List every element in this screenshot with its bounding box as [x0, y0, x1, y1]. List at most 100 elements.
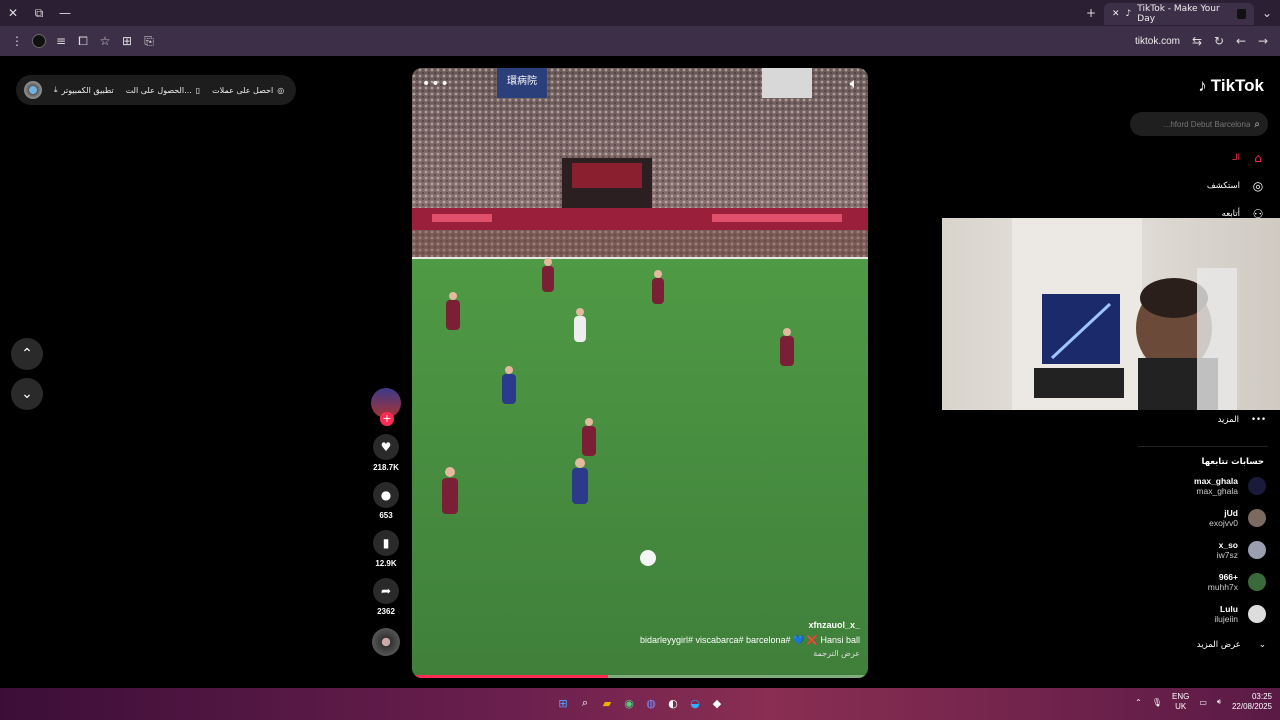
- follow-plus-icon[interactable]: +: [380, 412, 394, 426]
- home-icon: ⌂: [1254, 151, 1262, 165]
- extensions-icon[interactable]: ⧠: [72, 30, 94, 52]
- site-settings-icon[interactable]: ⇆: [1186, 30, 1208, 52]
- back-icon[interactable]: ←: [1230, 30, 1252, 52]
- reading-list-icon[interactable]: ≡: [50, 30, 72, 52]
- sidebar-item-label: المزيد: [1217, 415, 1239, 425]
- like-count: 218.7K: [373, 463, 399, 472]
- sidebar-item-label: عرض المزيد: [1196, 640, 1241, 650]
- get-coins-link[interactable]: احصل على عملات ◎: [212, 86, 284, 95]
- next-video-button[interactable]: ⌄: [11, 378, 43, 410]
- chevron-up-icon: ⌃: [21, 346, 33, 362]
- speaker-icon[interactable]: 🔉︎: [1217, 697, 1222, 707]
- search-input[interactable]: [1138, 119, 1251, 129]
- file-explorer-icon[interactable]: ▰: [600, 696, 614, 710]
- new-tab-icon[interactable]: +: [1078, 0, 1104, 26]
- share-arrow-icon: ➦: [380, 584, 392, 598]
- tab-list-icon[interactable]: ⌄: [1254, 0, 1280, 26]
- star-icon[interactable]: ☆: [94, 30, 116, 52]
- tiktok-note-icon: ♪: [1198, 76, 1207, 95]
- windows-start-icon[interactable]: ⊞: [556, 696, 570, 710]
- tiktok-page: ⤓ تطبيق الكمبيوتر الحصول على الت... ▯ احصل…: [0, 58, 1280, 688]
- more-dots-icon: •••: [1250, 415, 1266, 425]
- forward-icon[interactable]: →: [1252, 30, 1274, 52]
- see-more-button[interactable]: عرض المزيد ⌄: [1197, 640, 1266, 650]
- stands-sign: 環病院: [507, 74, 537, 87]
- promo-bar: ⤓ تطبيق الكمبيوتر الحصول على الت... ▯ احصل…: [16, 75, 296, 105]
- video-progress-fill: [412, 675, 609, 678]
- search-icon[interactable]: ⌕: [1254, 119, 1260, 130]
- author-avatar[interactable]: +: [371, 388, 401, 426]
- system-tray: ⌃ 🎙︎ ENG UK ▭ 🔉︎ 03:25 22/08/2025: [1135, 692, 1272, 712]
- avatar: [1248, 605, 1266, 623]
- app-icon[interactable]: ◆: [710, 696, 724, 710]
- microphone-icon[interactable]: 🎙︎: [1152, 698, 1162, 707]
- video-more-icon[interactable]: •••: [422, 76, 450, 92]
- get-app-link[interactable]: الحصول على الت... ▯: [126, 86, 200, 95]
- comment-count: 653: [379, 511, 393, 520]
- heart-icon: ♥: [380, 440, 392, 454]
- share-button[interactable]: ➦: [373, 578, 399, 604]
- video-progress-bar[interactable]: [412, 675, 868, 678]
- save-count: 12.9K: [375, 559, 397, 568]
- avatar: [1248, 541, 1266, 559]
- sidebar-item-label: الـ: [1232, 153, 1240, 163]
- network-icon[interactable]: ▭: [1199, 698, 1207, 707]
- promo-logo-icon[interactable]: [24, 81, 42, 99]
- account-item[interactable]: max_ghala max_ghala: [1194, 476, 1266, 496]
- following-accounts-title: حسابات تتابعها: [1201, 457, 1265, 467]
- language-indicator[interactable]: ENG UK: [1172, 692, 1189, 712]
- screen: ✕ ⧉ — + ✕ ♪ TikTok - Make Your Day ⌄ ⋮ ≡…: [0, 0, 1280, 720]
- discord-icon[interactable]: ◍: [644, 696, 658, 710]
- taskbar-search-icon[interactable]: ⌕: [578, 696, 592, 710]
- reload-icon[interactable]: ↻: [1208, 30, 1230, 52]
- steam-icon[interactable]: ◐: [666, 696, 680, 710]
- like-button[interactable]: ♥: [373, 434, 399, 460]
- tray-chevron-icon[interactable]: ⌃: [1135, 698, 1142, 707]
- url-field[interactable]: tiktok.com: [1129, 36, 1186, 47]
- close-window-icon[interactable]: ✕: [0, 0, 26, 26]
- video-frame: 環病院: [412, 68, 868, 678]
- account-item[interactable]: Lulu ilujeiin: [1214, 604, 1266, 624]
- video-player[interactable]: 環病院 ••• 🔈︎ xfnzauol_x_ bidarleyygirl# vi…: [412, 68, 868, 678]
- sidebar-divider: [1138, 446, 1268, 447]
- account-item[interactable]: x_so iw7sz: [1217, 540, 1266, 560]
- account-item[interactable]: jUd exojvv0: [1209, 508, 1266, 528]
- minimize-window-icon[interactable]: —: [52, 0, 78, 26]
- sidebar-item-explore[interactable]: استكشف ◎: [1207, 178, 1266, 194]
- account-item[interactable]: 966+ muhh7x: [1208, 572, 1266, 592]
- volume-icon[interactable]: 🔈︎: [850, 76, 858, 92]
- avatar: [1248, 509, 1266, 527]
- avatar: [1248, 573, 1266, 591]
- media-icon[interactable]: ⊞: [116, 30, 138, 52]
- tiktok-logo[interactable]: ♪ TikTok: [1198, 76, 1264, 96]
- comment-button[interactable]: ●: [373, 482, 399, 508]
- sidebar-item-more[interactable]: المزيد •••: [1218, 415, 1266, 425]
- translate-link[interactable]: عرض الترجمة: [813, 649, 860, 658]
- browser-tab[interactable]: ✕ ♪ TikTok - Make Your Day: [1104, 3, 1254, 25]
- clock[interactable]: 03:25 22/08/2025: [1232, 692, 1272, 712]
- edge-icon[interactable]: ◒: [688, 696, 702, 710]
- sidebar-item-home[interactable]: الـ ⌂: [1233, 150, 1266, 166]
- tab-tiktok-icon: [1237, 9, 1246, 19]
- sidebar-item-label: استكشف: [1206, 181, 1240, 191]
- comment-icon: ●: [380, 488, 392, 502]
- compass-icon: ◎: [1252, 179, 1264, 193]
- windows-taskbar: ⊞ ⌕ ▰ ◉ ◍ ◐ ◒ ◆ ⌃ 🎙︎ ENG UK ▭ 🔉︎ 03:25 2…: [0, 688, 1280, 720]
- share-icon[interactable]: ⎘: [138, 30, 160, 52]
- music-disc-icon[interactable]: [372, 628, 400, 656]
- taskbar-apps: ⊞ ⌕ ▰ ◉ ◍ ◐ ◒ ◆: [556, 696, 724, 710]
- close-tab-icon[interactable]: ✕: [1112, 9, 1120, 19]
- chrome-icon[interactable]: ◉: [622, 696, 636, 710]
- menu-dots-icon[interactable]: ⋮: [6, 30, 28, 52]
- video-caption: bidarleyygirl# viscabarca# barcelona# 💙 …: [639, 635, 860, 645]
- chevron-down-icon: ⌄: [21, 386, 33, 402]
- save-button[interactable]: ▮: [373, 530, 399, 556]
- previous-video-button[interactable]: ⌃: [11, 338, 43, 370]
- video-author[interactable]: xfnzauol_x_: [808, 620, 860, 630]
- desktop-app-link[interactable]: ⤓ تطبيق الكمبيوتر: [54, 85, 114, 95]
- restore-window-icon[interactable]: ⧉: [26, 0, 52, 26]
- profile-icon[interactable]: [28, 30, 50, 52]
- phone-icon: ▯: [195, 85, 201, 95]
- webcam-overlay: [942, 218, 1280, 410]
- search-box[interactable]: ⌕: [1130, 112, 1268, 136]
